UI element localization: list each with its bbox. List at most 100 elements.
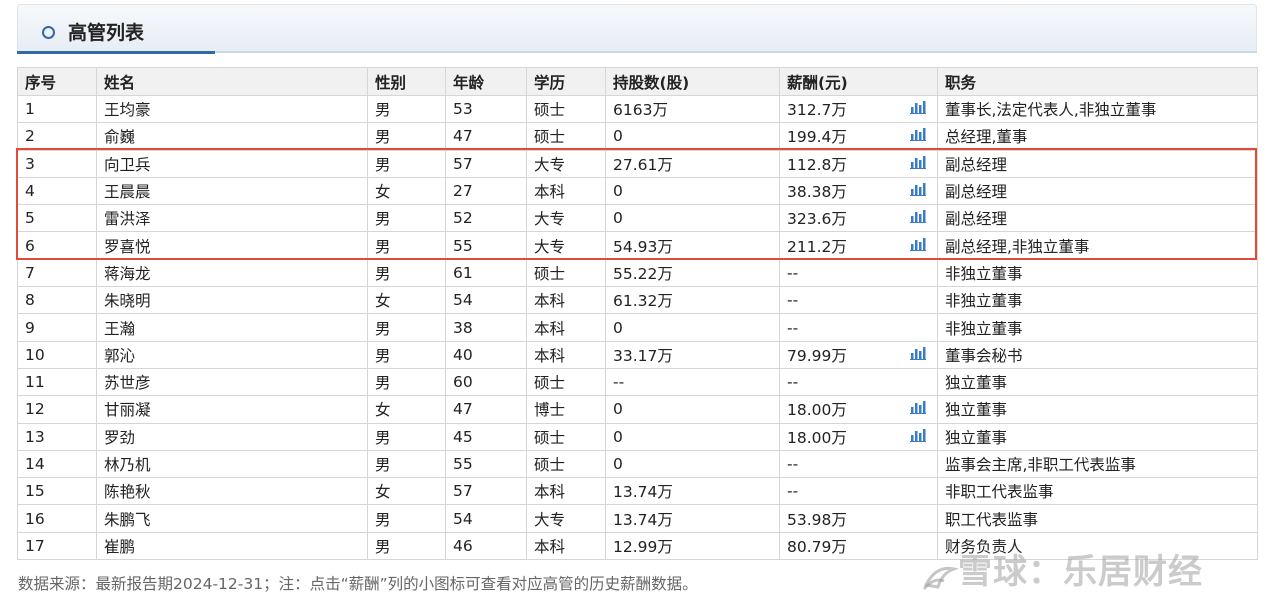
position-text: 副总经理 <box>945 183 1008 202</box>
cell-position: 非职工代表监事 <box>937 477 1258 506</box>
cell-salary: -- <box>779 367 938 397</box>
position-text: 副总经理 <box>945 210 1008 229</box>
cell-position: 非独立董事 <box>937 313 1258 342</box>
salary-history-chart-icon[interactable] <box>910 100 926 118</box>
executives-table: 序号 姓名 性别 年龄 学历 持股数(股) 薪酬(元) 职务 1 王均豪男 53 硕士… <box>17 67 1258 561</box>
table-row: 15 陈艳秋女 57 本科 13.74万 -- 非职工代表监事 <box>17 477 1258 506</box>
cell-name: 向卫兵 <box>96 149 368 178</box>
watermark-text: 雪球：乐居财经 <box>958 552 1203 592</box>
cell-position: 非独立董事 <box>937 286 1258 315</box>
cell-gender: 男 <box>367 231 446 260</box>
xueqiu-logo-icon <box>922 560 960 590</box>
cell-shares: 0 <box>605 204 780 233</box>
cell-shares: 0 <box>605 395 780 424</box>
cell-age: 60 <box>445 367 527 397</box>
cell-no: 11 <box>17 367 97 397</box>
salary-history-chart-icon[interactable] <box>910 155 926 173</box>
position-text: 非独立董事 <box>945 319 1023 338</box>
table-row: 14 林乃机男 55 硕士 0 -- 监事会主席,非职工代表监事 <box>17 449 1258 479</box>
table-row: 11 苏世彦男 60 硕士 -- -- 独立董事 <box>17 367 1258 397</box>
cell-no: 15 <box>17 477 97 506</box>
cell-gender: 男 <box>367 449 446 479</box>
cell-education: 本科 <box>526 176 606 206</box>
cell-age: 45 <box>445 422 527 451</box>
cell-age: 57 <box>445 149 527 178</box>
cell-name: 王瀚 <box>96 313 368 342</box>
cell-no: 1 <box>17 94 97 124</box>
table-row: 13 罗劲男 45 硕士 0 18.00万 独立董事 <box>17 422 1258 451</box>
cell-position: 副总经理,非独立董事 <box>910 231 1258 260</box>
table-row: 9 王瀚男 38 本科 0 -- 非独立董事 <box>17 313 1258 342</box>
salary-history-chart-icon[interactable] <box>910 428 926 446</box>
cell-education: 硕士 <box>526 422 606 451</box>
cell-no: 13 <box>17 422 97 451</box>
cell-position: 非独立董事 <box>937 258 1258 288</box>
cell-name: 郭沁 <box>96 340 368 369</box>
position-text: 职工代表监事 <box>945 510 1039 529</box>
cell-education: 博士 <box>526 395 606 424</box>
position-text: 总经理,董事 <box>945 128 1028 147</box>
cell-no: 10 <box>17 340 97 369</box>
table-row: 2 俞巍男 47 硕士 0 199.4万 总经理,董事 <box>17 122 1258 151</box>
cell-name: 俞巍 <box>96 122 368 151</box>
cell-name: 雷洪泽 <box>96 204 368 233</box>
cell-age: 54 <box>445 504 527 533</box>
cell-age: 55 <box>445 449 527 479</box>
column-header-education: 学历 <box>526 67 606 96</box>
cell-name: 朱晓明 <box>96 286 368 315</box>
cell-gender: 女 <box>367 286 446 315</box>
table-row: 1 王均豪男 53 硕士 6163万 312.7万 董事长,法定代表人,非独立董事 <box>17 94 1258 124</box>
cell-education: 本科 <box>526 313 606 342</box>
cell-salary: -- <box>779 449 938 479</box>
cell-education: 本科 <box>526 286 606 315</box>
cell-no: 9 <box>17 313 97 342</box>
cell-name: 朱鹏飞 <box>96 504 368 533</box>
cell-no: 3 <box>17 149 97 178</box>
salary-history-chart-icon[interactable] <box>910 346 926 364</box>
cell-position: 董事长,法定代表人,非独立董事 <box>910 94 1258 124</box>
cell-shares: 12.99万 <box>605 531 780 561</box>
cell-age: 27 <box>445 176 527 206</box>
cell-gender: 男 <box>367 258 446 288</box>
cell-age: 61 <box>445 258 527 288</box>
cell-salary: -- <box>779 258 938 288</box>
position-text: 独立董事 <box>945 374 1008 393</box>
salary-history-chart-icon[interactable] <box>910 182 926 200</box>
position-text: 非独立董事 <box>945 264 1023 283</box>
salary-history-chart-icon[interactable] <box>910 127 926 145</box>
cell-name: 蒋海龙 <box>96 258 368 288</box>
salary-history-chart-icon[interactable] <box>910 209 926 227</box>
cell-shares: -- <box>605 367 780 397</box>
cell-gender: 男 <box>367 204 446 233</box>
cell-shares: 6163万 <box>605 94 780 124</box>
cell-education: 本科 <box>526 477 606 506</box>
cell-position: 独立董事 <box>937 367 1258 397</box>
cell-gender: 男 <box>367 313 446 342</box>
position-text: 独立董事 <box>945 401 1008 420</box>
cell-gender: 男 <box>367 422 446 451</box>
cell-age: 55 <box>445 231 527 260</box>
position-text: 副总经理 <box>945 155 1008 174</box>
position-text: 监事会主席,非职工代表监事 <box>945 456 1136 474</box>
cell-shares: 0 <box>605 449 780 479</box>
salary-history-chart-icon[interactable] <box>910 237 926 255</box>
cell-shares: 61.32万 <box>605 286 780 315</box>
cell-education: 硕士 <box>526 94 606 124</box>
cell-no: 4 <box>17 176 97 206</box>
cell-name: 甘丽凝 <box>96 395 368 424</box>
cell-gender: 男 <box>367 340 446 369</box>
cell-shares: 55.22万 <box>605 258 780 288</box>
cell-no: 14 <box>17 449 97 479</box>
cell-age: 57 <box>445 477 527 506</box>
cell-name: 罗喜悦 <box>96 231 368 260</box>
table-row: 4 王晨晨女 27 本科 0 38.38万 副总经理 <box>17 176 1258 206</box>
cell-age: 52 <box>445 204 527 233</box>
cell-age: 47 <box>445 395 527 424</box>
cell-education: 本科 <box>526 340 606 369</box>
cell-salary: -- <box>779 477 938 506</box>
table-header-row: 序号 姓名 性别 年龄 学历 持股数(股) 薪酬(元) 职务 <box>17 67 1258 96</box>
cell-education: 大专 <box>526 504 606 533</box>
salary-history-chart-icon[interactable] <box>910 400 926 418</box>
cell-position: 独立董事 <box>910 395 1258 424</box>
position-text: 非职工代表监事 <box>945 483 1054 502</box>
